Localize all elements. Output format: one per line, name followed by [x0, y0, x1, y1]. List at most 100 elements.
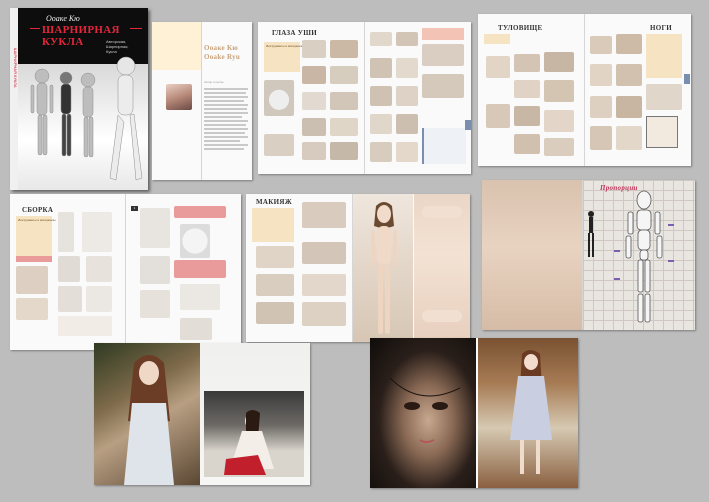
torso-back-photo [482, 180, 582, 330]
spread-proportions: Пропорции [482, 180, 695, 330]
spread-doll-photos-1 [94, 343, 310, 485]
step-photo [180, 318, 212, 340]
step-photo [590, 96, 612, 118]
section-title-torso: ТУЛОВИЩЕ [498, 24, 543, 32]
step-photo [330, 118, 358, 136]
step-photo [590, 36, 612, 54]
step-photo [544, 80, 574, 102]
step-photo [370, 142, 392, 162]
spread-assembly: СБОРКА Инструменты и материалы 1 [10, 194, 241, 350]
step-photo [330, 142, 358, 160]
step-photo [16, 298, 48, 320]
step-photo [544, 138, 574, 156]
doll-full-body-figure [371, 202, 397, 334]
step-photo [180, 284, 220, 310]
spread-makeup: МАКИЯЖ [246, 194, 470, 342]
step-photo [174, 260, 226, 278]
eye-large-photo [264, 80, 294, 116]
step-photo [180, 224, 210, 258]
leg-diagram [646, 116, 678, 148]
intro-name-en: Ooake Ryu [204, 53, 241, 61]
step-photo [486, 56, 510, 78]
step-photo [264, 134, 294, 156]
step-photo [82, 212, 112, 252]
step-photo [302, 40, 326, 58]
step-photo [370, 114, 392, 134]
section-title-assembly: СБОРКА [22, 206, 54, 214]
step-photo [422, 74, 464, 98]
step-photo [396, 32, 418, 46]
step-photo [302, 202, 346, 228]
step-photo [396, 86, 418, 106]
step-photo [616, 126, 642, 150]
step-photo [86, 256, 112, 282]
step-photo [370, 32, 392, 46]
step-photo [86, 286, 112, 312]
step-photo [616, 96, 642, 118]
step-photo [514, 54, 540, 72]
cover-spine-label: ШАРНИРНАЯ КУКЛА [13, 48, 18, 88]
spread-author-intro: Ооаке Кю Ooake Ryu Автор и куклы [152, 22, 252, 180]
step-photo [590, 64, 612, 86]
intro-name-ru: Ооаке Кю [204, 44, 238, 52]
section-title-legs: НОГИ [650, 24, 672, 32]
step-photo [544, 110, 574, 132]
spread-doll-photos-2 [370, 338, 578, 488]
note-box [58, 316, 112, 336]
step-photo [330, 66, 358, 84]
section-title-eyes: ГЛАЗА УШИ [272, 29, 317, 37]
proportion-diagram [614, 190, 674, 323]
step-photo [256, 246, 294, 268]
step-photo [396, 142, 418, 162]
step-photo [514, 106, 540, 126]
proportion-mini-figure [588, 211, 594, 257]
step-photo [140, 256, 170, 284]
step-photo [514, 80, 540, 98]
step-photo [370, 58, 392, 78]
step-photo [370, 86, 392, 106]
step-photo [330, 40, 358, 58]
step-photo [486, 104, 510, 128]
step-photo [544, 52, 574, 72]
step-photo [140, 290, 170, 318]
step-photo [58, 286, 82, 312]
page-tab [465, 120, 471, 130]
spread-eyes-ears: ГЛАЗА УШИ Инструменты и материалы [258, 22, 471, 174]
tools-label: Инструменты и материалы [18, 218, 56, 222]
intro-caption: Автор и куклы [204, 80, 224, 84]
spread-torso-legs: ТУЛОВИЩЕ НОГИ [478, 14, 691, 166]
step-photo [616, 34, 642, 54]
step-photo [590, 126, 612, 150]
tools-label: Инструменты и материалы [266, 44, 304, 48]
section-title-makeup: МАКИЯЖ [256, 198, 292, 206]
step-photo [302, 274, 346, 296]
step-photo [646, 84, 682, 110]
step-photo [302, 302, 346, 326]
step-photo [302, 242, 346, 264]
cover-doll-figures [30, 56, 143, 181]
step-photo [514, 134, 540, 154]
step-photo [422, 44, 464, 66]
points-box [422, 128, 466, 164]
intro-author-photo [166, 84, 192, 110]
step-photo [16, 266, 48, 294]
step-photo [396, 58, 418, 78]
step-photo [58, 256, 80, 282]
step-photo [302, 118, 326, 136]
step-photo [256, 302, 294, 324]
step-photo [616, 64, 642, 86]
step-photo [302, 66, 326, 84]
step-photo [140, 208, 170, 248]
hand-photo [422, 310, 462, 322]
hand-photo [422, 206, 462, 218]
step-photo [302, 92, 326, 110]
step-photo [396, 114, 418, 134]
step-photo [330, 92, 358, 110]
step-photo [174, 206, 226, 218]
book-cover: ШАРНИРНАЯ КУКЛА Ооаке Кю ШАРНИРНАЯ КУКЛА… [10, 8, 148, 190]
step-photo [302, 142, 326, 160]
page-tab [684, 74, 690, 84]
step-photo [58, 212, 74, 252]
cover-author: Ооаке Кю [46, 14, 80, 23]
step-photo [256, 274, 294, 296]
